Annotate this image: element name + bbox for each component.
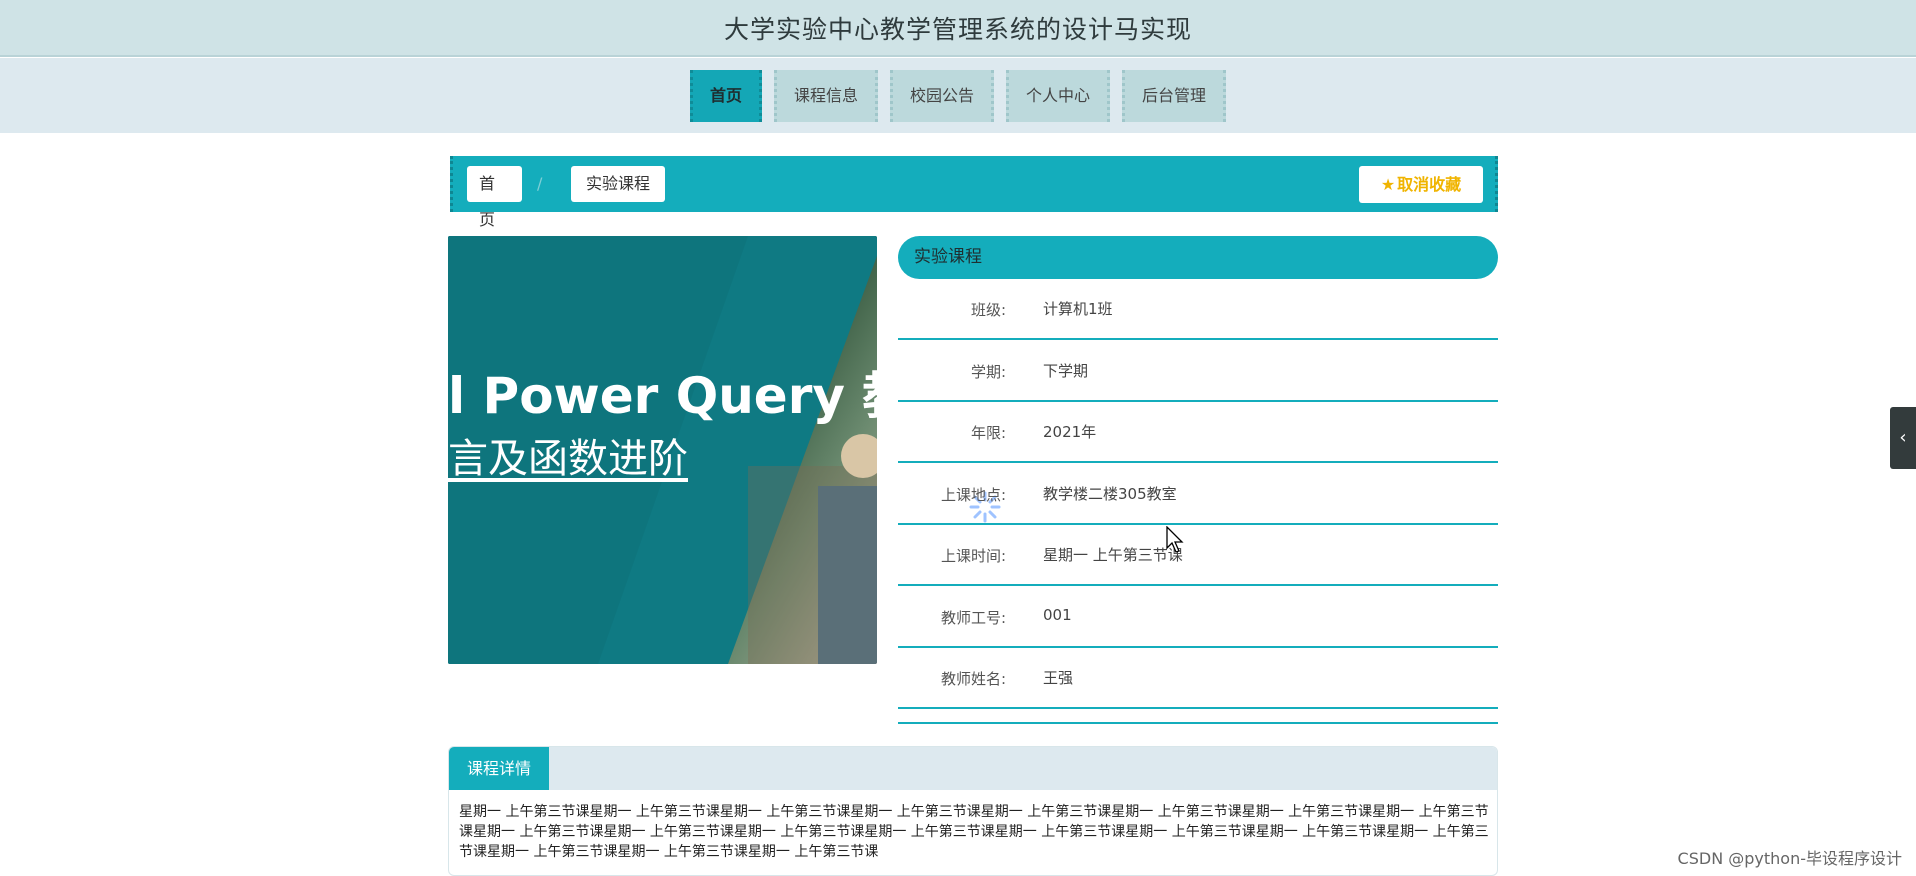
info-label: 班级:: [970, 301, 1006, 319]
site-title: 大学实验中心教学管理系统的设计马实现: [723, 15, 1192, 44]
info-value: 王强: [1043, 669, 1074, 687]
nav-item-home[interactable]: 首页: [689, 70, 762, 122]
breadcrumb-home[interactable]: 首页: [467, 166, 522, 229]
unfavorite-button[interactable]: ★ 取消收藏: [1359, 166, 1483, 203]
info-row-class: 班级: 计算机1班: [898, 279, 1498, 340]
star-icon: ★: [1380, 175, 1396, 194]
course-detail-panel: 课程详情 星期一 上午第三节课星期一 上午第三节课星期一 上午第三节课星期一 上…: [448, 746, 1498, 876]
course-cover-image: l Power Query 教 言及函数进阶: [448, 236, 877, 664]
info-label: 教师姓名:: [940, 670, 1006, 688]
unfavorite-label: 取消收藏: [1397, 175, 1462, 194]
breadcrumb-current[interactable]: 实验课程: [571, 166, 666, 202]
info-label: 年限:: [970, 424, 1006, 442]
nav-item-course-info[interactable]: 课程信息: [773, 70, 878, 122]
info-value: 001: [1043, 606, 1072, 624]
nav-item-admin[interactable]: 后台管理: [1122, 70, 1227, 122]
info-label: 上课地点:: [940, 486, 1006, 504]
info-value: 下学期: [1043, 362, 1089, 380]
info-row-teacher-id: 教师工号: 001: [898, 587, 1498, 648]
info-row-year: 年限: 2021年: [898, 402, 1498, 463]
info-row-location: 上课地点: 教学楼二楼305教室: [898, 464, 1498, 525]
info-row-semester: 学期: 下学期: [898, 341, 1498, 402]
info-row-teacher-name: 教师姓名: 王强: [898, 648, 1498, 709]
course-detail-text: 星期一 上午第三节课星期一 上午第三节课星期一 上午第三节课星期一 上午第三节课…: [459, 804, 1489, 860]
info-value: 2021年: [1043, 423, 1097, 441]
breadcrumb: 首页 / 实验课程 ★ 取消收藏: [450, 156, 1498, 229]
tab-course-detail[interactable]: 课程详情: [449, 747, 550, 790]
info-label: 学期:: [970, 363, 1006, 381]
course-info-header: 实验课程: [898, 236, 1498, 279]
nav-item-announcements[interactable]: 校园公告: [889, 70, 994, 122]
info-label: 上课时间:: [940, 547, 1006, 565]
detail-tab-bar: 课程详情: [449, 747, 1497, 790]
cover-headline: l Power Query 教: [448, 367, 877, 425]
main-nav: 首页 课程信息 校园公告 个人中心 后台管理: [0, 70, 1916, 122]
chevron-left-icon[interactable]: ‹: [1890, 407, 1916, 469]
breadcrumb-separator: /: [537, 174, 543, 193]
info-value: 教学楼二楼305教室: [1043, 485, 1177, 503]
info-value: 星期一 上午第三节课: [1043, 546, 1183, 564]
site-header: 大学实验中心教学管理系统的设计马实现: [0, 0, 1916, 57]
divider: [898, 722, 1498, 724]
info-row-time: 上课时间: 星期一 上午第三节课: [898, 525, 1498, 586]
cover-subtitle: 言及函数进阶: [448, 436, 688, 482]
mouse-cursor-icon: [1166, 526, 1184, 553]
info-label: 教师工号:: [940, 609, 1006, 627]
nav-item-personal-center[interactable]: 个人中心: [1006, 70, 1111, 122]
info-value: 计算机1班: [1043, 300, 1113, 318]
watermark: CSDN @python-毕设程序设计: [1677, 849, 1902, 868]
main-nav-bar: 首页 课程信息 校园公告 个人中心 后台管理: [0, 58, 1916, 133]
